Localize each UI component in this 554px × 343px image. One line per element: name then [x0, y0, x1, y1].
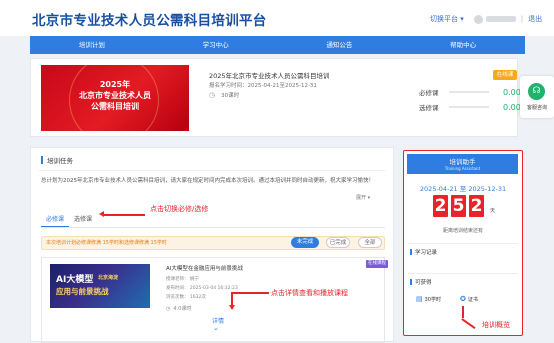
elective-label: 选修课	[419, 104, 439, 112]
required-progress: 必修课 0.00%	[419, 87, 528, 98]
earned-hours-value: 30学时	[424, 296, 441, 303]
course-img-tag: 北京海淀	[98, 275, 119, 281]
course-views: 浏览次数： 1632次	[166, 295, 206, 300]
plan-cover-image: 2025年 北京市专业技术人员 公需科目培训	[41, 65, 189, 131]
customer-service-widget[interactable]: ☊ 客服咨询	[520, 76, 554, 118]
course-title[interactable]: AI大模型在金融应用与前景挑战	[166, 264, 243, 272]
course-type-tag: 在线课程	[366, 260, 388, 268]
main-nav: 培训计划 学习中心 通知公告 帮助中心	[30, 36, 525, 54]
task-title-text: 培训任务	[47, 157, 73, 165]
assistant-header: 培训助手 Training Assistant	[407, 154, 518, 174]
elective-progress: 选修课 0.00%	[419, 102, 528, 113]
hours-icon: ▤	[416, 295, 423, 303]
logout-link[interactable]: 退出	[528, 14, 542, 24]
nav-item-training-plan[interactable]: 培训计划	[30, 36, 154, 54]
detail-hint-arrowhead	[229, 305, 235, 310]
filter-all-button[interactable]: 全部	[358, 237, 382, 248]
nav-item-notices[interactable]: 通知公告	[278, 36, 402, 54]
earnable-label: 可获得	[415, 280, 432, 286]
course-hours-value: 4.0课时	[173, 306, 192, 312]
course-type-tabs: 必修课 选修课	[41, 212, 385, 228]
plan-title: 2025年北京市专业技术人员公需科目培训	[209, 72, 330, 80]
nav-item-study-center[interactable]: 学习中心	[154, 36, 278, 54]
plan-date: 报名学习时间：2025-04-21至2025-12-31	[209, 83, 317, 89]
filter-complete-button[interactable]: 已完成	[326, 237, 350, 248]
elective-progress-bar	[449, 106, 489, 108]
plan-description: 总计划为2025年北京市专业技术人员公需科目培训，请大家在规定时间内完成本次培训…	[41, 178, 375, 184]
overview-hint-annotation: 培训概览	[482, 321, 510, 329]
course-thumbnail[interactable]: AI大模型 应用与前景挑战 北京海淀	[50, 264, 150, 308]
cover-line3: 公需科目培训	[91, 102, 139, 111]
clock-icon: ◷	[209, 91, 216, 99]
cover-line2: 北京市专业技术人员	[79, 91, 151, 100]
certificate-label: 证书	[467, 296, 478, 303]
earnable-section: 可获得	[410, 278, 432, 286]
online-course-badge: 在线课	[493, 70, 517, 80]
tab-required[interactable]: 必修课	[41, 212, 70, 227]
training-plan-card: 2025年 北京市专业技术人员 公需科目培训 2025年北京市专业技术人员公需科…	[30, 58, 528, 137]
nav-item-help-center[interactable]: 帮助中心	[401, 36, 525, 54]
tab-hint-annotation: 点击切换必修/选修	[150, 205, 209, 213]
course-hours: ◷ 4.0课时	[166, 305, 192, 313]
plan-hours-value: 30课时	[221, 93, 240, 99]
filter-incomplete-button[interactable]: 未完成	[291, 237, 319, 248]
switch-platform-link[interactable]: 切换平台 ▾	[430, 14, 464, 24]
study-records-link[interactable]: 学习记录	[410, 248, 437, 256]
required-label: 必修课	[419, 89, 439, 97]
overview-hint-line	[462, 306, 464, 318]
expand-link[interactable]: 展开 ▾	[356, 194, 370, 201]
required-progress-bar	[449, 91, 489, 93]
countdown-digit: 2	[469, 195, 484, 217]
earned-hours: ▤ 30学时	[416, 295, 441, 303]
countdown-digit: 5	[451, 195, 466, 217]
cover-year: 2025年	[99, 80, 131, 89]
tab-hint-arrow	[103, 214, 145, 216]
user-avatar[interactable]	[473, 14, 483, 24]
countdown-digit: 2	[433, 195, 448, 217]
assistant-subtitle: Training Assistant	[444, 166, 481, 171]
certificate[interactable]: ✪ 证书	[460, 295, 478, 303]
study-records-label: 学习记录	[415, 250, 438, 256]
header-user-area: 切换平台 ▾ | 退出	[430, 14, 542, 24]
tab-hint-arrowhead	[99, 211, 104, 217]
top-header: 北京市专业技术人员公需科目培训平台 切换平台 ▾ | 退出	[0, 0, 554, 36]
course-teacher: 授课老师： 姚宁	[166, 277, 199, 282]
site-title: 北京市专业技术人员公需科目培训平台	[32, 13, 267, 29]
separator: |	[520, 15, 524, 23]
assistant-title: 培训助手	[449, 158, 476, 166]
detail-hint-arrow	[231, 292, 269, 294]
course-img-line2: 应用与前景挑战	[56, 287, 109, 296]
tab-elective[interactable]: 选修课	[69, 212, 97, 227]
course-img-line1: AI大模型	[56, 275, 94, 285]
headset-icon: ☊	[528, 83, 545, 100]
assistant-date-range: 2025-04-21 至 2025-12-31	[419, 185, 507, 193]
days-countdown: 2 5 2	[433, 195, 487, 217]
chevron-down-icon[interactable]: ⌄	[213, 324, 219, 332]
detail-hint-annotation: 点击详情查看和播放课程	[271, 289, 348, 297]
customer-service-label: 客服咨询	[526, 105, 547, 111]
certificate-icon: ✪	[460, 295, 466, 303]
course-publish-time: 发布时间： 2025-03-04 16:32:23	[166, 286, 238, 291]
training-task-card: 培训任务 总计划为2025年北京市专业技术人员公需科目培训，请大家在规定时间内完…	[30, 147, 394, 343]
plan-hours: ◷ 30课时	[209, 91, 239, 99]
clock-icon: ◷	[166, 305, 171, 312]
days-unit: 天	[490, 208, 496, 214]
course-item: AI大模型 应用与前景挑战 北京海淀 在线课程 AI大模型在金融应用与前景挑战 …	[41, 257, 388, 343]
remaining-label: 距离培训结束还有	[442, 228, 483, 234]
username-blurred	[485, 16, 516, 22]
task-section-title: 培训任务	[41, 155, 73, 165]
